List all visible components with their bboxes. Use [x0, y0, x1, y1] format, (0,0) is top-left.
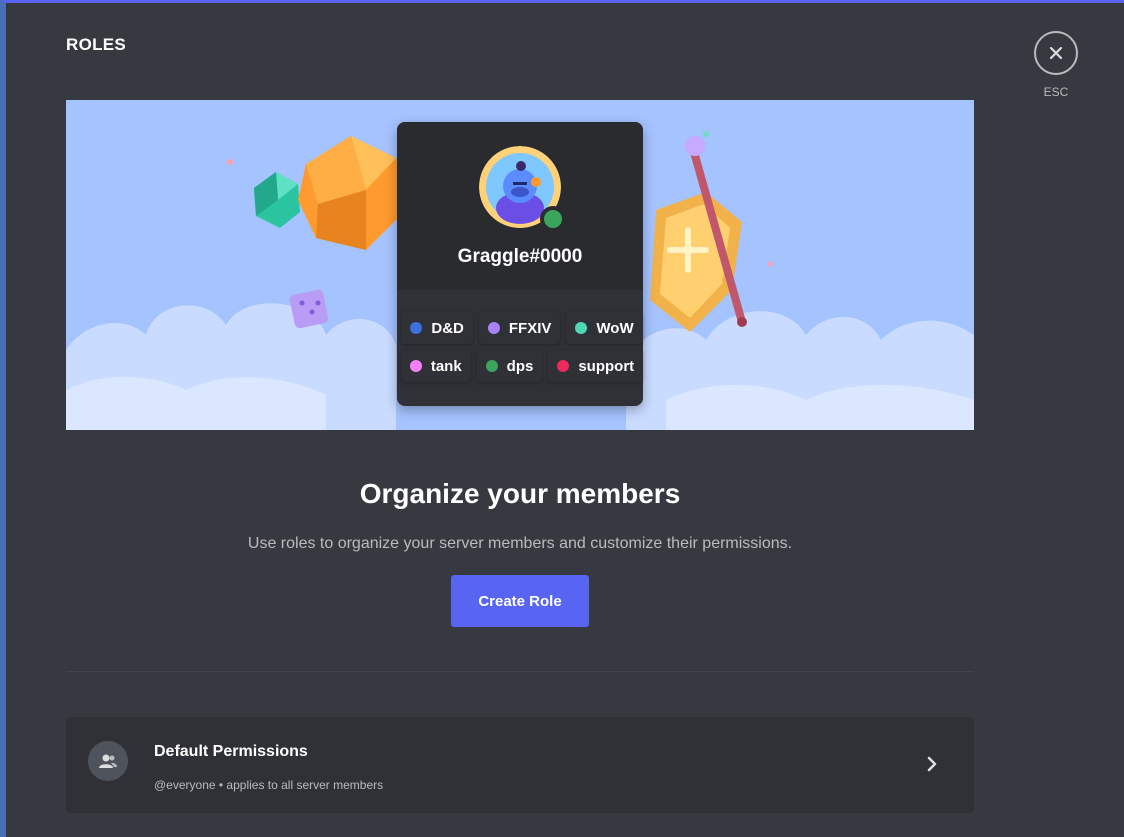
- role-label: tank: [430, 357, 462, 375]
- role-label: dps: [506, 357, 534, 375]
- role-color-dot: [410, 322, 423, 334]
- close-control[interactable]: ESC: [1030, 31, 1082, 99]
- roles-settings-page: ROLES ESC Graggle#0000 D&D FFXIV WoW tan…: [0, 0, 1124, 837]
- empty-state-heading: Organize your members: [359, 478, 681, 509]
- role-row: D&D FFXIV WoW: [372, 312, 672, 344]
- members-icon: [88, 741, 128, 781]
- create-role-button[interactable]: Create Role: [451, 575, 589, 627]
- close-icon: [1049, 46, 1063, 60]
- role-color-dot: [575, 322, 588, 334]
- role-label: WoW: [596, 319, 634, 337]
- role-label: support: [578, 357, 635, 375]
- close-button[interactable]: [1034, 31, 1078, 75]
- role-color-dot: [409, 360, 422, 372]
- preview-username: Graggle#0000: [457, 246, 583, 267]
- default-permissions-title: Default Permissions: [154, 743, 308, 760]
- role-row: tank dps support: [372, 350, 672, 382]
- role-tag: support: [548, 350, 644, 382]
- role-tag: D&D: [401, 312, 473, 344]
- default-permissions-subtitle: @everyone • applies to all server member…: [154, 778, 384, 792]
- role-tag: dps: [476, 350, 543, 382]
- role-label: FFXIV: [508, 319, 552, 337]
- role-tag: tank: [400, 350, 471, 382]
- role-color-dot: [485, 360, 498, 372]
- role-tag: WoW: [566, 312, 643, 344]
- role-color-dot: [557, 360, 570, 372]
- default-permissions-row[interactable]: Default Permissions @everyone • applies …: [66, 717, 974, 813]
- online-status-indicator: [540, 206, 566, 232]
- role-label: D&D: [431, 319, 464, 337]
- roles-illustration-banner: Graggle#0000 D&D FFXIV WoW tank dps supp…: [66, 100, 974, 430]
- chevron-right-icon: [927, 756, 937, 772]
- role-tag: FFXIV: [478, 312, 561, 344]
- page-title: ROLES: [66, 35, 127, 54]
- role-tags: D&D FFXIV WoW tank dps support: [372, 312, 672, 388]
- empty-state-description: Use roles to organize your server member…: [247, 535, 793, 552]
- esc-label: ESC: [1043, 85, 1069, 99]
- role-color-dot: [487, 322, 500, 334]
- section-divider: [66, 671, 974, 672]
